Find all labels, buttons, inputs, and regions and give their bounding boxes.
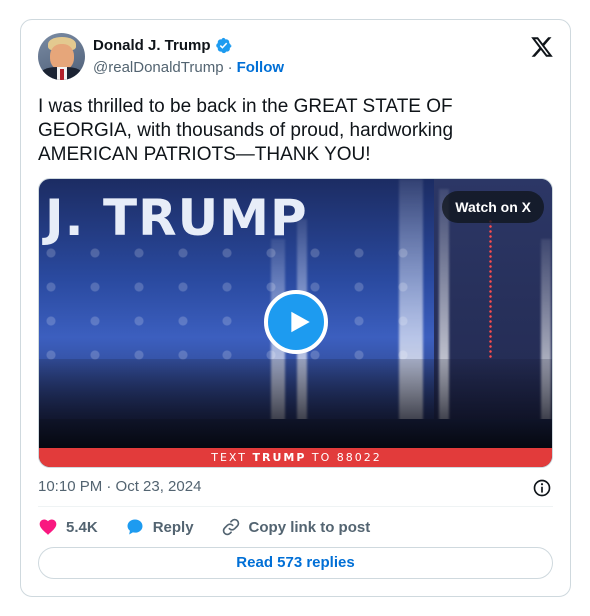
author-name-row: Donald J. Trump bbox=[93, 37, 232, 54]
reply-label: Reply bbox=[152, 518, 194, 536]
stage-sign-text: J. TRUMP bbox=[45, 189, 308, 247]
like-button[interactable]: 5.4K bbox=[38, 517, 98, 537]
follow-link[interactable]: Follow bbox=[237, 59, 285, 76]
tweet-timestamp[interactable]: 10:10 PM · Oct 23, 2024 bbox=[38, 478, 201, 495]
watch-on-x-button[interactable]: Watch on X bbox=[442, 191, 544, 223]
tweet-header: Donald J. Trump @realDonaldTrump · Follo… bbox=[38, 33, 554, 83]
stage-floor bbox=[39, 419, 552, 449]
timestamp-row: 10:10 PM · Oct 23, 2024 bbox=[38, 478, 552, 498]
banner-bold: TRUMP bbox=[252, 451, 307, 464]
author-display-name[interactable]: Donald J. Trump bbox=[93, 37, 211, 54]
text-banner: TEXT TRUMP TO 88022 bbox=[39, 448, 552, 467]
play-button[interactable] bbox=[264, 290, 328, 354]
info-icon[interactable] bbox=[532, 478, 552, 498]
tweet-card: Donald J. Trump @realDonaldTrump · Follo… bbox=[20, 19, 571, 597]
heart-icon bbox=[39, 519, 57, 535]
separator-dot: · bbox=[227, 59, 233, 76]
copy-link-label: Copy link to post bbox=[248, 518, 371, 536]
divider bbox=[38, 506, 553, 507]
author-handle[interactable]: @realDonaldTrump bbox=[93, 59, 224, 76]
reply-icon bbox=[127, 519, 143, 535]
banner-prefix: TEXT bbox=[211, 451, 253, 464]
like-count: 5.4K bbox=[66, 518, 98, 536]
action-bar: 5.4K Reply Copy link to post bbox=[38, 516, 397, 538]
avatar[interactable] bbox=[38, 33, 85, 80]
read-replies-button[interactable]: Read 573 replies bbox=[38, 547, 553, 579]
stage-lights bbox=[489, 219, 492, 359]
video-player[interactable]: J. TRUMP TEXT TRUMP TO 88022 Watch on X bbox=[38, 178, 553, 468]
copy-link-button[interactable]: Copy link to post bbox=[221, 517, 371, 537]
play-icon bbox=[291, 311, 310, 333]
verified-badge-icon bbox=[215, 37, 232, 54]
tweet-text: I was thrilled to be back in the GREAT S… bbox=[38, 96, 458, 165]
author-handle-row: @realDonaldTrump · Follow bbox=[93, 59, 284, 76]
reply-button[interactable]: Reply bbox=[125, 517, 194, 537]
x-logo-icon[interactable] bbox=[530, 35, 554, 59]
link-icon bbox=[222, 518, 239, 536]
banner-suffix: TO 88022 bbox=[306, 451, 382, 464]
